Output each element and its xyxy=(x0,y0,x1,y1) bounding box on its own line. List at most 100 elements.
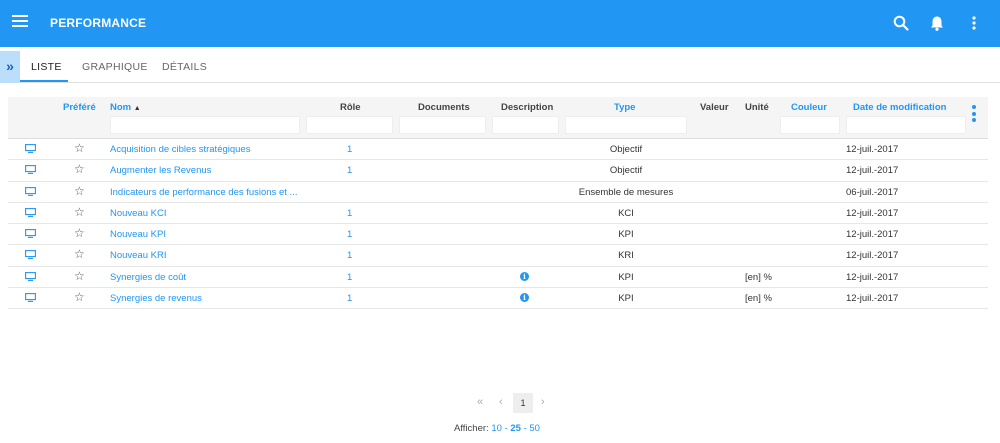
table-row[interactable]: ☆ Synergies de revenus 1 i KPI [en] % 12… xyxy=(8,288,988,310)
info-icon[interactable]: i xyxy=(520,293,529,303)
page-1-button[interactable]: 1 xyxy=(513,393,533,413)
row-date: 06-juil.-2017 xyxy=(846,186,899,198)
column-header-type[interactable]: Type xyxy=(614,102,635,113)
filter-description-input[interactable] xyxy=(492,116,559,134)
row-type: KCI xyxy=(618,207,634,219)
column-header-description[interactable]: Description xyxy=(501,102,553,113)
row-type: KRI xyxy=(618,250,634,262)
row-name-link[interactable]: Nouveau KPI xyxy=(110,229,166,240)
row-name-link[interactable]: Augmenter les Revenus xyxy=(110,165,211,176)
table-row[interactable]: ☆ Indicateurs de performance des fusions… xyxy=(8,182,988,203)
star-outline-icon[interactable]: ☆ xyxy=(74,162,85,176)
row-role[interactable]: 1 xyxy=(347,293,352,304)
row-name-link[interactable]: Indicateurs de performance des fusions e… xyxy=(110,187,297,198)
filter-couleur-input[interactable] xyxy=(780,116,840,134)
row-type: KPI xyxy=(618,271,634,283)
tab-details[interactable]: DÉTAILS xyxy=(162,61,207,73)
row-role[interactable]: 1 xyxy=(347,208,352,219)
monitor-icon[interactable] xyxy=(25,186,36,196)
filter-documents-input[interactable] xyxy=(399,116,486,134)
table-row[interactable]: ☆ Augmenter les Revenus 1 Objectif 12-ju… xyxy=(8,160,988,182)
monitor-icon[interactable] xyxy=(25,250,36,260)
row-type: KPI xyxy=(618,229,634,241)
column-header-documents[interactable]: Documents xyxy=(418,102,470,113)
monitor-icon[interactable] xyxy=(25,165,36,175)
info-icon[interactable]: i xyxy=(520,271,529,281)
table-header: Préféré Nom ▲ Rôle Documents Description… xyxy=(8,97,988,139)
row-unit: [en] % xyxy=(745,271,772,283)
page-size-label: Afficher: xyxy=(454,423,489,434)
monitor-icon[interactable] xyxy=(25,144,36,153)
monitor-icon[interactable] xyxy=(25,271,36,281)
row-role[interactable]: 1 xyxy=(347,144,352,155)
row-date: 12-juil.-2017 xyxy=(846,250,899,262)
column-header-nom-label: Nom xyxy=(110,102,132,113)
star-outline-icon[interactable]: ☆ xyxy=(74,141,85,155)
row-date: 12-juil.-2017 xyxy=(846,207,899,219)
table-row[interactable]: ☆ Nouveau KCI 1 KCI 12-juil.-2017 xyxy=(8,203,988,225)
monitor-icon[interactable] xyxy=(25,293,36,303)
page-title: PERFORMANCE xyxy=(50,16,147,30)
performance-table: Préféré Nom ▲ Rôle Documents Description… xyxy=(8,97,988,310)
column-options-icon[interactable] xyxy=(972,105,976,125)
bell-icon[interactable] xyxy=(928,14,946,32)
row-type: KPI xyxy=(618,293,634,305)
column-header-prefere[interactable]: Préféré xyxy=(63,102,96,113)
table-row[interactable]: ☆ Nouveau KRI 1 KRI 12-juil.-2017 xyxy=(8,245,988,267)
page-size-separator: - xyxy=(523,423,527,434)
column-header-couleur[interactable]: Couleur xyxy=(791,102,827,113)
page-size-10[interactable]: 10 xyxy=(491,423,502,434)
row-date: 12-juil.-2017 xyxy=(846,165,899,177)
filter-nom-input[interactable] xyxy=(110,116,300,134)
filter-date-input[interactable] xyxy=(846,116,966,134)
next-page-button[interactable]: › xyxy=(541,396,545,408)
page-size-selector: Afficher: 10 - 25 - 50 xyxy=(454,423,540,434)
double-chevron-right-icon[interactable]: » xyxy=(0,51,20,83)
row-role[interactable]: 1 xyxy=(347,165,352,176)
star-outline-icon[interactable]: ☆ xyxy=(74,205,85,219)
page-size-50[interactable]: 50 xyxy=(529,423,540,434)
row-type: Ensemble de mesures xyxy=(578,186,674,198)
table-row[interactable]: ☆ Synergies de coût 1 i KPI [en] % 12-ju… xyxy=(8,267,988,289)
star-outline-icon[interactable]: ☆ xyxy=(74,184,85,198)
monitor-icon[interactable] xyxy=(25,207,36,217)
column-header-date[interactable]: Date de modification xyxy=(853,102,946,113)
search-icon[interactable] xyxy=(892,14,910,32)
row-name-link[interactable]: Synergies de revenus xyxy=(110,293,202,304)
column-header-unite[interactable]: Unité xyxy=(745,102,769,113)
active-tab-indicator xyxy=(20,80,68,82)
first-page-button[interactable]: « xyxy=(477,396,483,408)
row-date: 12-juil.-2017 xyxy=(846,229,899,241)
sort-ascending-icon: ▲ xyxy=(133,105,141,112)
table-body: ☆ Acquisition de cibles stratégiques 1 O… xyxy=(8,139,988,310)
menu-icon[interactable] xyxy=(12,15,28,31)
row-role[interactable]: 1 xyxy=(347,229,352,240)
filter-role-input[interactable] xyxy=(306,116,393,134)
row-date: 12-juil.-2017 xyxy=(846,271,899,283)
row-name-link[interactable]: Nouveau KRI xyxy=(110,250,167,261)
column-header-valeur[interactable]: Valeur xyxy=(700,102,729,113)
row-role[interactable]: 1 xyxy=(347,250,352,261)
page-size-25[interactable]: 25 xyxy=(510,423,521,434)
monitor-icon[interactable] xyxy=(25,229,36,239)
prev-page-button[interactable]: ‹ xyxy=(499,396,503,408)
filter-type-input[interactable] xyxy=(565,116,687,134)
row-name-link[interactable]: Acquisition de cibles stratégiques xyxy=(110,144,250,155)
row-type: Objectif xyxy=(609,165,643,177)
tab-graphique[interactable]: GRAPHIQUE xyxy=(82,61,148,73)
row-role[interactable]: 1 xyxy=(347,272,352,283)
tab-liste[interactable]: LISTE xyxy=(31,61,62,73)
table-row[interactable]: ☆ Acquisition de cibles stratégiques 1 O… xyxy=(8,139,988,161)
star-outline-icon[interactable]: ☆ xyxy=(74,247,85,261)
more-vert-icon[interactable] xyxy=(965,14,983,32)
column-header-nom[interactable]: Nom ▲ xyxy=(110,102,141,113)
row-name-link[interactable]: Synergies de coût xyxy=(110,272,186,283)
row-date: 12-juil.-2017 xyxy=(846,144,899,155)
row-name-link[interactable]: Nouveau KCI xyxy=(110,208,167,219)
star-outline-icon[interactable]: ☆ xyxy=(74,226,85,240)
star-outline-icon[interactable]: ☆ xyxy=(74,269,85,283)
page-size-separator: - xyxy=(504,423,508,434)
star-outline-icon[interactable]: ☆ xyxy=(74,290,85,304)
table-row[interactable]: ☆ Nouveau KPI 1 KPI 12-juil.-2017 xyxy=(8,224,988,246)
column-header-role[interactable]: Rôle xyxy=(340,102,361,113)
